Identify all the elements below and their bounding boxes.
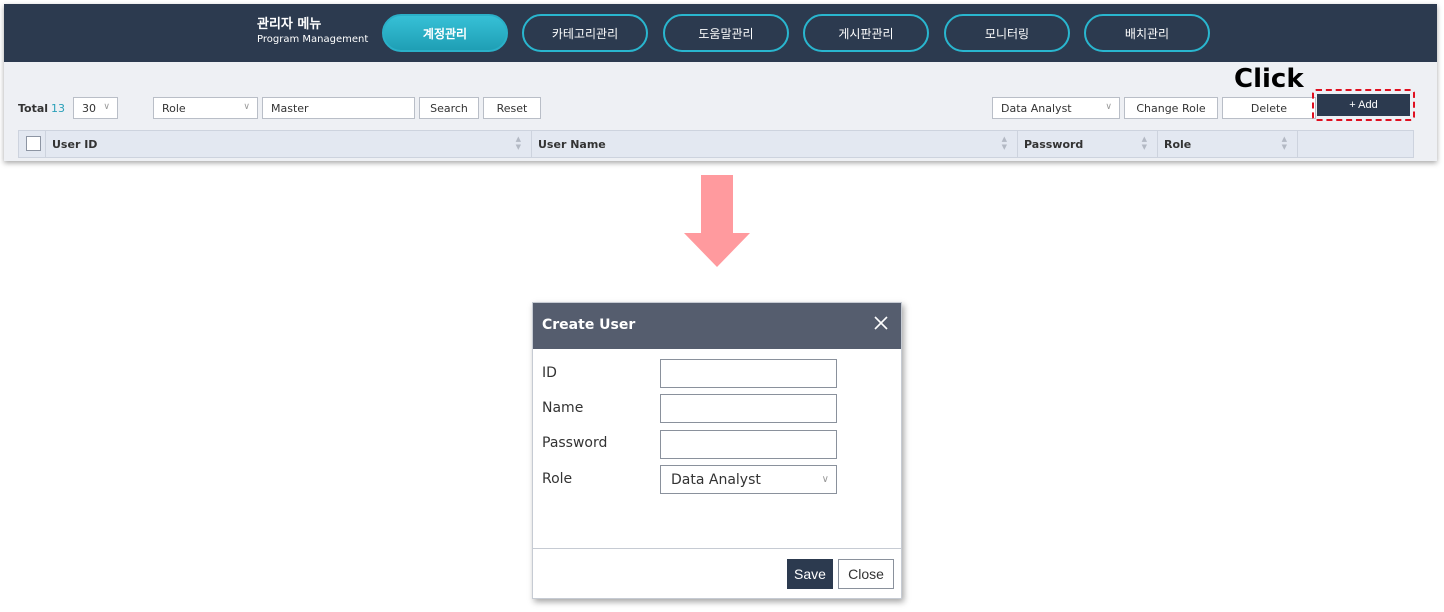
id-label: ID xyxy=(542,365,557,381)
chevron-down-icon: ∨ xyxy=(1105,102,1112,112)
dialog-title: Create User xyxy=(542,317,636,333)
tab-account-management[interactable]: 계정관리 xyxy=(382,14,508,52)
sort-icon: ▲ ▼ xyxy=(1141,135,1147,151)
change-role-button[interactable]: Change Role xyxy=(1124,97,1218,119)
close-button[interactable]: Close xyxy=(838,559,894,589)
column-header-empty xyxy=(1298,131,1413,157)
column-header-user-id[interactable]: User ID ▲ ▼ xyxy=(46,131,532,157)
select-all-checkbox[interactable] xyxy=(26,136,41,151)
admin-panel: 관리자 메뉴 Program Management 계정관리 카테고리관리 도움… xyxy=(4,4,1437,161)
chevron-down-icon: ∨ xyxy=(243,102,250,112)
sort-icon: ▲ ▼ xyxy=(515,135,521,151)
column-label: Password xyxy=(1024,137,1084,151)
password-label: Password xyxy=(542,435,608,451)
tab-monitoring[interactable]: 모니터링 xyxy=(944,14,1070,52)
add-button[interactable]: + Add xyxy=(1317,94,1410,116)
tab-board-management[interactable]: 게시판관리 xyxy=(803,14,929,52)
create-user-dialog: Create User ID Name Password Role Data A… xyxy=(532,302,902,599)
filter-value-text: Master xyxy=(271,101,309,115)
chevron-down-icon: ∨ xyxy=(821,474,829,485)
user-grid-header: User ID ▲ ▼ User Name ▲ ▼ Password ▲ ▼ Role… xyxy=(18,130,1414,158)
page-size-select[interactable]: 30 ∨ xyxy=(73,97,118,119)
role-select-value: Data Analyst xyxy=(671,471,761,488)
tab-batch-management[interactable]: 배치관리 xyxy=(1084,14,1210,52)
toolbar: Total 13 30 ∨ Role ∨ Master Search Reset… xyxy=(4,62,1437,130)
tab-help-management[interactable]: 도움말관리 xyxy=(663,14,789,52)
total-label: Total xyxy=(18,102,49,115)
name-label: Name xyxy=(542,400,584,416)
sort-icon: ▲ ▼ xyxy=(1281,135,1287,151)
role-select[interactable]: Data Analyst ∨ xyxy=(660,465,837,494)
search-button[interactable]: Search xyxy=(419,97,479,119)
close-icon[interactable] xyxy=(872,314,890,332)
role-change-value: Data Analyst xyxy=(1001,101,1072,115)
save-button[interactable]: Save xyxy=(787,559,833,589)
id-input[interactable] xyxy=(660,359,837,388)
role-change-select[interactable]: Data Analyst ∨ xyxy=(992,97,1120,119)
column-label: User Name xyxy=(538,137,606,151)
select-all-cell xyxy=(19,131,46,157)
dialog-header: Create User xyxy=(533,303,901,349)
page-size-value: 30 xyxy=(82,101,96,115)
click-annotation-label: Click xyxy=(1234,64,1304,94)
role-label: Role xyxy=(542,471,573,487)
reset-button[interactable]: Reset xyxy=(483,97,541,119)
password-input[interactable] xyxy=(660,430,837,459)
column-label: User ID xyxy=(52,137,98,151)
menu-subtitle: Program Management xyxy=(257,34,369,45)
total-count: 13 xyxy=(51,102,65,115)
chevron-down-icon: ∨ xyxy=(103,102,110,112)
name-input[interactable] xyxy=(660,394,837,423)
column-header-role[interactable]: Role ▲ ▼ xyxy=(1158,131,1298,157)
dialog-divider xyxy=(533,548,901,549)
column-header-user-name[interactable]: User Name ▲ ▼ xyxy=(532,131,1018,157)
delete-button[interactable]: Delete xyxy=(1222,97,1316,119)
sort-icon: ▲ ▼ xyxy=(1001,135,1007,151)
filter-field-select[interactable]: Role ∨ xyxy=(153,97,258,119)
column-header-password[interactable]: Password ▲ ▼ xyxy=(1018,131,1158,157)
menu-title: 관리자 메뉴 xyxy=(257,17,322,32)
tab-category-management[interactable]: 카테고리관리 xyxy=(522,14,648,52)
down-arrow-icon xyxy=(684,175,750,267)
column-label: Role xyxy=(1164,137,1192,151)
filter-value-input[interactable]: Master xyxy=(262,97,415,119)
filter-field-value: Role xyxy=(162,101,186,115)
admin-header: 관리자 메뉴 Program Management 계정관리 카테고리관리 도움… xyxy=(4,4,1437,62)
